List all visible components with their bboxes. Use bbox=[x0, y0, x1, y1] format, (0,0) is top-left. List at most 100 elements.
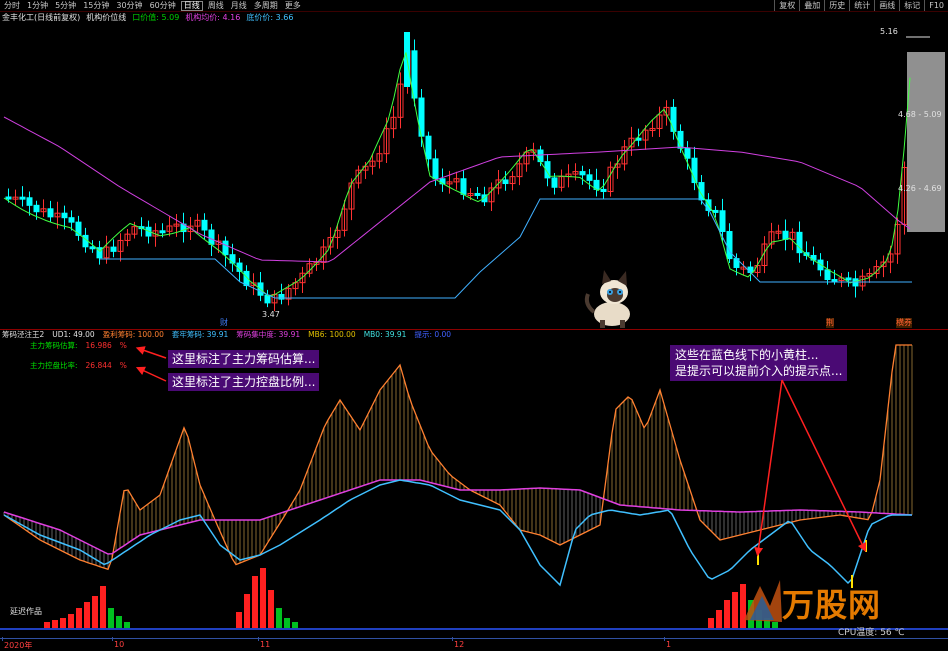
candle-body bbox=[33, 204, 40, 213]
candle-body bbox=[719, 210, 726, 233]
period-tab-6[interactable]: 日线 bbox=[180, 1, 203, 11]
indicator-row-chip-estimate: 主力筹码估算: 16.986 % bbox=[30, 341, 127, 351]
candle-body bbox=[47, 208, 54, 218]
axis-tick-4: 1 bbox=[666, 640, 672, 649]
candle-body bbox=[684, 147, 691, 159]
period-tab-8[interactable]: 月线 bbox=[229, 1, 249, 11]
watermark-text: 万股网 bbox=[782, 586, 882, 624]
indicator-value: 16.986 bbox=[85, 341, 112, 350]
histogram-bar bbox=[292, 622, 298, 628]
credit-text: 延迟作品 bbox=[10, 607, 42, 616]
toolbar-button-2[interactable]: 历史 bbox=[824, 0, 849, 11]
period-tab-7[interactable]: 周线 bbox=[206, 1, 226, 11]
callout-control-ratio: 这里标注了主力控盘比例... bbox=[168, 373, 320, 391]
candle-body bbox=[19, 196, 26, 200]
histogram-bar bbox=[60, 618, 66, 628]
histogram-bar bbox=[92, 596, 98, 628]
inst-cost-value: 机构均价: 4.16 bbox=[185, 13, 241, 22]
period-tab-0[interactable]: 分时 bbox=[2, 1, 22, 11]
histogram-bar bbox=[260, 568, 266, 628]
tip-value: 提示: 0.00 bbox=[414, 330, 452, 339]
period-tab-5[interactable]: 60分钟 bbox=[148, 1, 178, 11]
callout-line-2: 是提示可以提前介入的提示点... bbox=[675, 364, 843, 378]
histogram-bar bbox=[724, 600, 730, 628]
toolbar-button-4[interactable]: 画线 bbox=[874, 0, 899, 11]
candle-body bbox=[201, 219, 208, 231]
candle-body bbox=[68, 217, 75, 223]
indicator-unit: % bbox=[119, 361, 127, 370]
profit-chip-value: 盈利筹码: 100.00 bbox=[102, 330, 164, 339]
callout-chip-estimate: 这里标注了主力筹码估算... bbox=[168, 350, 320, 368]
period-tab-10[interactable]: 更多 bbox=[283, 1, 303, 11]
period-toolbar: 分时 1分钟 5分钟 15分钟 30分钟 60分钟 日线 周线 月线 多周期 更多 复权 叠加 历史 统计… bbox=[0, 0, 948, 12]
axis-tick-2: 11 bbox=[260, 640, 271, 649]
period-tabs: 分时 1分钟 5分钟 15分钟 30分钟 60分钟 日线 周线 月线 多周期 更多 bbox=[2, 1, 303, 11]
sub-indicator-name[interactable]: 筹码泾注王2 bbox=[2, 330, 44, 340]
candle-body bbox=[222, 240, 229, 256]
bottom-support-line bbox=[100, 198, 912, 299]
highlight-candle bbox=[907, 52, 945, 232]
histogram-bar bbox=[68, 614, 74, 628]
indicator-name[interactable]: 机构价位线 bbox=[86, 13, 126, 23]
main-legend: 金丰化工(日线前复权) 机构价位线 口价值: 5.09 机构均价: 4.16 底… bbox=[2, 13, 293, 23]
ud1-value: UD1: 49.00 bbox=[52, 330, 95, 339]
candle-body bbox=[460, 178, 467, 195]
marker-jing[interactable]: 荆 bbox=[826, 318, 834, 328]
mb6-value: MB6: 100.00 bbox=[308, 330, 356, 339]
period-tab-4[interactable]: 30分钟 bbox=[114, 1, 144, 11]
histogram-bar bbox=[268, 590, 274, 628]
toolbar-button-1[interactable]: 叠加 bbox=[799, 0, 824, 11]
histogram-bar bbox=[116, 616, 122, 628]
axis-tick-3: 12 bbox=[454, 640, 465, 649]
candle-body bbox=[110, 246, 117, 252]
date-axis: 2020年 10 11 12 1 bbox=[0, 637, 948, 651]
candle-body bbox=[670, 106, 677, 132]
candle-body bbox=[747, 266, 754, 273]
candle-body bbox=[845, 277, 852, 281]
range-label-2: 4.26 - 4.69 bbox=[898, 184, 942, 193]
histogram-bar bbox=[276, 608, 282, 628]
candle-body bbox=[824, 269, 831, 281]
axis-tick-0: 2020年 bbox=[4, 641, 33, 650]
right-toolbar-buttons: 复权 叠加 历史 统计 画线 标记 F10 bbox=[774, 0, 948, 11]
histogram-bar bbox=[252, 576, 258, 628]
indicator-label: 主力筹码估算: bbox=[30, 341, 78, 350]
mb0-value: MB0: 39.91 bbox=[363, 330, 407, 339]
marker-cai[interactable]: 财 bbox=[220, 318, 228, 328]
histogram-bar bbox=[716, 610, 722, 628]
histogram-bar bbox=[76, 608, 82, 628]
toolbar-button-0[interactable]: 复权 bbox=[774, 0, 799, 11]
candle-body bbox=[5, 196, 12, 200]
candle-body bbox=[600, 188, 607, 192]
stock-name[interactable]: 金丰化工(日线前复权) bbox=[2, 13, 80, 23]
toolbar-button-6[interactable]: F10 bbox=[924, 0, 948, 11]
candle-body bbox=[726, 231, 733, 260]
range-label-1: 4.68 - 5.09 bbox=[898, 110, 942, 119]
candle-body bbox=[425, 135, 432, 160]
histogram-bar bbox=[236, 612, 242, 628]
candle-body bbox=[712, 209, 719, 213]
period-tab-1[interactable]: 1分钟 bbox=[25, 1, 50, 11]
period-tab-2[interactable]: 5分钟 bbox=[53, 1, 78, 11]
toolbar-button-3[interactable]: 统计 bbox=[849, 0, 874, 11]
candle-body bbox=[551, 177, 558, 188]
chip-control-value: 筹码集中度: 39.91 bbox=[236, 330, 301, 339]
low-price-label: 3.47 bbox=[262, 310, 280, 319]
indicator-label: 主力控盘比率: bbox=[30, 361, 78, 370]
histogram-bar bbox=[52, 620, 58, 628]
histogram-bar bbox=[84, 602, 90, 628]
callout-yellow-bars: 这些在蓝色线下的小黄柱... 是提示可以提前介入的提示点... bbox=[670, 345, 848, 381]
marker-tuo[interactable]: 横券 bbox=[896, 318, 912, 328]
candle-body bbox=[579, 171, 586, 176]
candle-body bbox=[474, 192, 481, 196]
cat-mascot-icon bbox=[584, 270, 630, 328]
candle-body bbox=[264, 294, 271, 304]
period-tab-3[interactable]: 15分钟 bbox=[81, 1, 111, 11]
toolbar-button-5[interactable]: 标记 bbox=[899, 0, 924, 11]
candle-body bbox=[502, 179, 509, 185]
main-chip-value: 套牢筹码: 39.91 bbox=[171, 330, 229, 339]
period-tab-9[interactable]: 多周期 bbox=[252, 1, 280, 11]
candle-body bbox=[61, 212, 68, 219]
histogram-bar bbox=[44, 622, 50, 628]
price-chart[interactable] bbox=[0, 12, 948, 330]
